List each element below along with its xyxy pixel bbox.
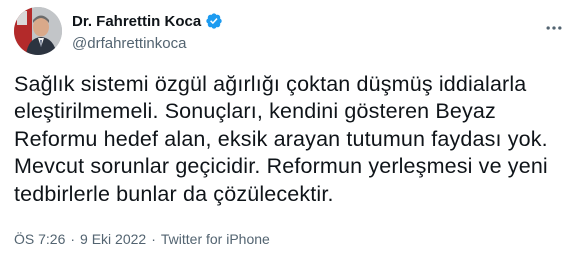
tweet-text-line: Mevcut sorunlar geçicidir. Reformun yerl… [14,154,548,179]
meta-separator: · [151,231,156,247]
tweet-time[interactable]: ÖS 7:26 [14,231,65,247]
author-names: Dr. Fahrettin Koca @drfahrettinkoca [72,11,223,52]
tweet-text: Sağlık sistemi özgül ağırlığı çoktan düş… [14,71,579,208]
tweet-header: Dr. Fahrettin Koca @drfahrettinkoca [14,7,571,57]
avatar-photo-icon [14,7,62,55]
tweet-meta: ÖS 7:26 · 9 Eki 2022 · Twitter for iPhon… [14,231,270,247]
verified-badge-icon [206,13,222,29]
avatar[interactable] [14,7,62,55]
name-row: Dr. Fahrettin Koca [72,11,223,31]
more-dots-icon [546,26,562,30]
tweet-text-line: Reformu hedef alan, eksik arayan tutumun… [14,126,548,151]
meta-separator: · [70,231,76,247]
tweet-date[interactable]: 9 Eki 2022 [80,231,146,247]
tweet-text-line: tedbirlerle bunlar da çözülecektir. [14,181,334,206]
author-display-name[interactable]: Dr. Fahrettin Koca [72,13,201,30]
tweet-source[interactable]: Twitter for iPhone [161,231,270,247]
author-handle[interactable]: @drfahrettinkoca [72,35,223,52]
tweet-text-line: eleştirilmemeli. Sonuçları, kendini göst… [14,99,496,124]
tweet-card: Dr. Fahrettin Koca @drfahrettinkoca Sağl… [0,0,585,259]
tweet-text-line: Sağlık sistemi özgül ağırlığı çoktan düş… [14,72,527,96]
more-options-button[interactable] [543,17,565,39]
